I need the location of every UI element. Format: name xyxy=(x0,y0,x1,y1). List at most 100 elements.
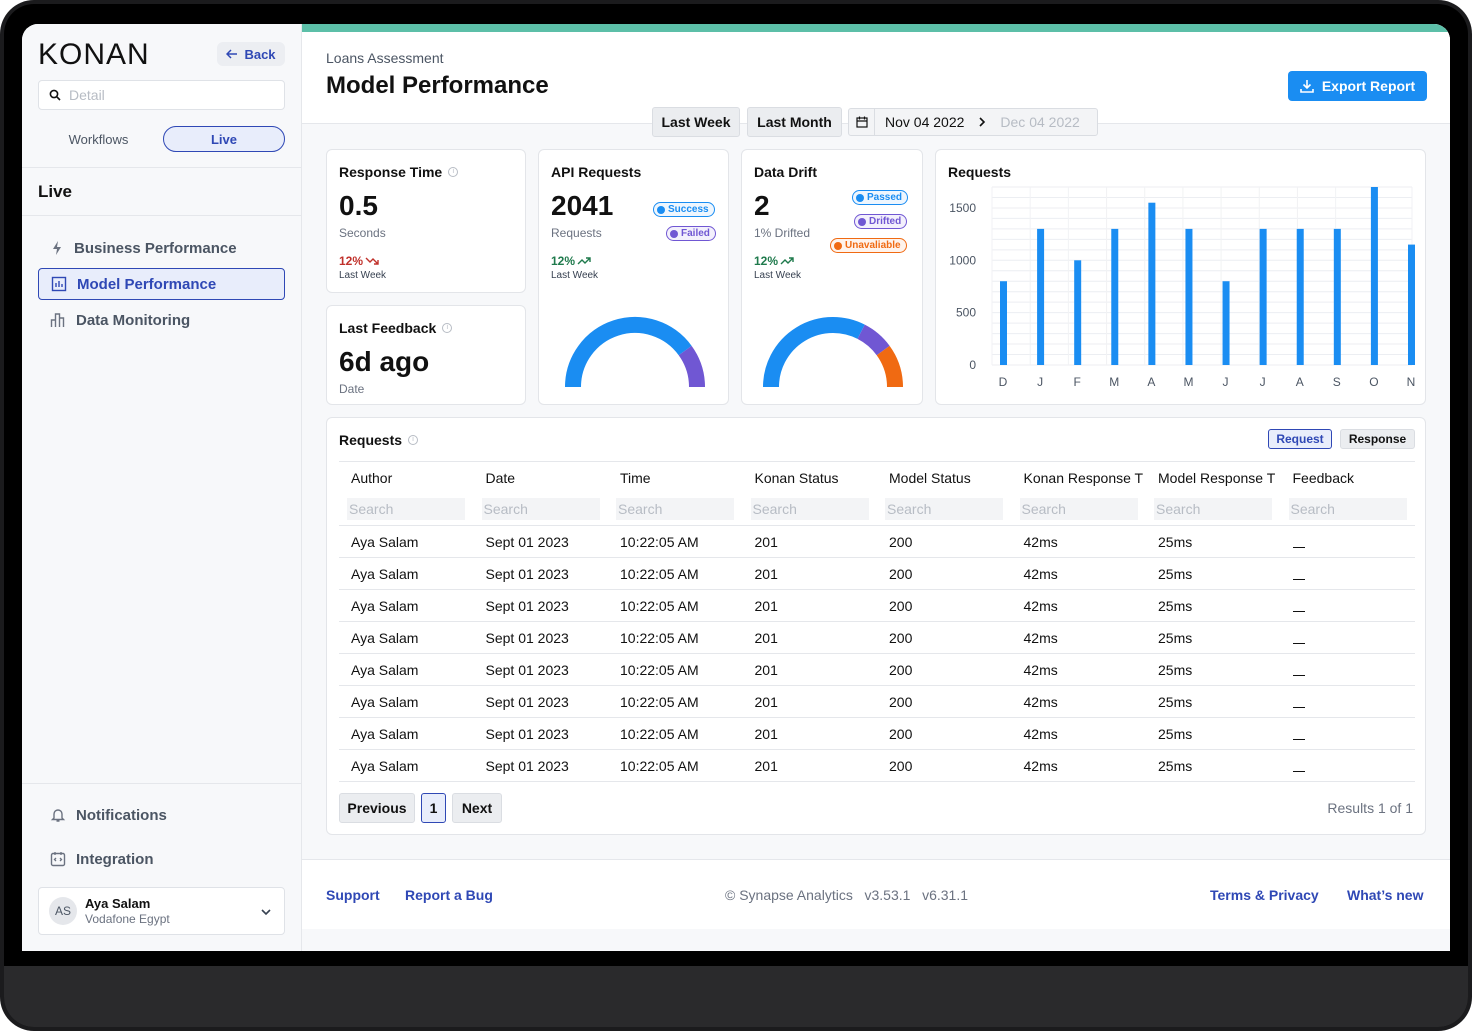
column-header[interactable]: Model Status xyxy=(877,461,1012,494)
column-header[interactable]: Date xyxy=(473,461,608,494)
filter-author-input[interactable] xyxy=(347,498,465,521)
report-bug-link[interactable]: Report a Bug xyxy=(405,887,493,903)
data-drift-value: 2 xyxy=(754,190,770,221)
previous-page-button[interactable]: Previous xyxy=(339,793,415,823)
table-cell: 200 xyxy=(877,557,1012,590)
table-cell: 25ms xyxy=(1146,589,1281,622)
date-range-picker[interactable]: Nov 04 2022 Dec 04 2022 xyxy=(848,108,1098,136)
info-icon[interactable]: i xyxy=(408,435,419,445)
export-report-button[interactable]: Export Report xyxy=(1288,71,1427,101)
y-tick-label: 1500 xyxy=(949,201,976,215)
table-cell: 10:22:05 AM xyxy=(608,749,743,782)
x-tick-label: O xyxy=(1369,375,1378,389)
filter-model-status-input[interactable] xyxy=(885,498,1003,521)
back-button[interactable]: Back xyxy=(217,42,285,66)
bar-7[interactable] xyxy=(1259,228,1267,365)
page-1-button[interactable]: 1 xyxy=(421,793,446,823)
bar-3[interactable] xyxy=(1111,228,1119,365)
next-page-button[interactable]: Next xyxy=(452,793,502,823)
filter-time-input[interactable] xyxy=(616,498,734,521)
tab-live[interactable]: Live xyxy=(163,126,285,152)
whats-new-link[interactable]: What’s new xyxy=(1347,887,1424,903)
bar-1[interactable] xyxy=(1037,228,1045,365)
column-header[interactable]: Feedback xyxy=(1280,461,1415,494)
sidebar-item-model-performance[interactable]: Model Performance xyxy=(38,268,285,300)
sidebar: KONAN Back Workflows Live Live Business … xyxy=(22,24,302,951)
sidebar-item-business-performance[interactable]: Business Performance xyxy=(38,232,285,264)
bar-5[interactable] xyxy=(1185,228,1193,365)
table-cell: Sept 01 2023 xyxy=(473,589,608,622)
toggle-response[interactable]: Response xyxy=(1340,429,1415,449)
bar-8[interactable] xyxy=(1296,228,1304,365)
x-tick-label: A xyxy=(1296,375,1304,389)
table-cell: Sept 01 2023 xyxy=(473,685,608,718)
x-tick-label: A xyxy=(1147,375,1155,389)
table-cell: 201 xyxy=(742,589,877,622)
table-row[interactable]: Aya Salam Sept 01 2023 10:22:05 AM 201 200 42… xyxy=(339,717,1415,750)
table-cell: 201 xyxy=(742,717,877,750)
bar-0[interactable] xyxy=(1000,281,1007,365)
sidebar-item-data-monitoring[interactable]: Data Monitoring xyxy=(38,304,285,336)
app-screen: KONAN Back Workflows Live Live Business … xyxy=(22,24,1450,951)
filter-model-response-input[interactable] xyxy=(1154,498,1272,521)
table-row[interactable]: Aya Salam Sept 01 2023 10:22:05 AM 201 200 42… xyxy=(339,685,1415,718)
breadcrumb[interactable]: Loans Assessment xyxy=(326,50,444,66)
column-header[interactable]: Konan Response T xyxy=(1011,461,1146,494)
empty-feedback-dash xyxy=(1292,611,1305,613)
bolt-icon xyxy=(53,241,61,255)
info-icon[interactable]: i xyxy=(448,167,459,177)
response-time-trend: 12% xyxy=(339,254,379,268)
gauge-segment-passed xyxy=(763,317,865,388)
table-cell: 201 xyxy=(742,621,877,654)
filter-date-input[interactable] xyxy=(481,498,600,521)
table-body: Aya Salam Sept 01 2023 10:22:05 AM 201 200 42… xyxy=(339,525,1415,782)
toggle-request[interactable]: Request xyxy=(1268,429,1332,449)
response-time-card: Response Time i 0.5 Seconds 12% Last Week xyxy=(326,149,526,293)
filter-konan-status-input[interactable] xyxy=(750,498,869,521)
bar-9[interactable] xyxy=(1333,228,1341,365)
table-cell: 201 xyxy=(742,749,877,782)
sidebar-item-integration[interactable]: Integration xyxy=(38,843,285,875)
table-cell: Sept 01 2023 xyxy=(473,653,608,686)
user-menu[interactable]: AS Aya Salam Vodafone Egypt xyxy=(38,887,285,935)
filter-feedback-input[interactable] xyxy=(1288,498,1407,521)
table-row[interactable]: Aya Salam Sept 01 2023 10:22:05 AM 201 200 42… xyxy=(339,621,1415,654)
bar-4[interactable] xyxy=(1148,202,1156,365)
bar-10[interactable] xyxy=(1370,187,1378,365)
konan-logo[interactable]: KONAN xyxy=(38,38,150,72)
range-last-month-button[interactable]: Last Month xyxy=(747,107,842,137)
column-header[interactable]: Time xyxy=(608,461,743,494)
tab-workflows[interactable]: Workflows xyxy=(56,126,141,152)
api-requests-unit: Requests xyxy=(551,226,602,240)
support-link[interactable]: Support xyxy=(326,887,380,903)
info-icon[interactable]: i xyxy=(442,323,453,333)
column-header[interactable]: Model Response T xyxy=(1146,461,1281,494)
table-row[interactable]: Aya Salam Sept 01 2023 10:22:05 AM 201 200 42… xyxy=(339,525,1415,558)
table-cell: 25ms xyxy=(1146,653,1281,686)
sidebar-item-label: Notifications xyxy=(76,806,167,824)
sidebar-search-input[interactable] xyxy=(69,87,269,103)
response-time-unit: Seconds xyxy=(339,226,386,240)
empty-feedback-dash xyxy=(1292,707,1305,709)
card-title: API Requests xyxy=(551,164,642,180)
page-header: Loans Assessment Model Performance Expor… xyxy=(302,32,1450,137)
table-row[interactable]: Aya Salam Sept 01 2023 10:22:05 AM 201 200 42… xyxy=(339,653,1415,686)
bar-2[interactable] xyxy=(1074,260,1082,365)
column-header[interactable]: Konan Status xyxy=(742,461,877,494)
table-row[interactable]: Aya Salam Sept 01 2023 10:22:05 AM 201 200 42… xyxy=(339,589,1415,622)
range-last-week-button[interactable]: Last Week xyxy=(652,107,740,137)
table-row[interactable]: Aya Salam Sept 01 2023 10:22:05 AM 201 200 42… xyxy=(339,749,1415,782)
filter-konan-response-input[interactable] xyxy=(1019,498,1138,521)
x-tick-label: F xyxy=(1074,375,1081,389)
sidebar-item-notifications[interactable]: Notifications xyxy=(38,799,285,831)
terms-privacy-link[interactable]: Terms & Privacy xyxy=(1210,887,1319,903)
main-content: Loans Assessment Model Performance Expor… xyxy=(302,24,1450,951)
bar-6[interactable] xyxy=(1222,281,1230,365)
table-cell: 10:22:05 AM xyxy=(608,685,743,718)
table-row[interactable]: Aya Salam Sept 01 2023 10:22:05 AM 201 200 42… xyxy=(339,557,1415,590)
gauge-segment-drifted xyxy=(857,324,890,356)
table-cell: 25ms xyxy=(1146,749,1281,782)
column-header[interactable]: Author xyxy=(339,461,474,494)
bar-11[interactable] xyxy=(1408,244,1415,365)
chart-title: Requests xyxy=(948,164,1012,180)
